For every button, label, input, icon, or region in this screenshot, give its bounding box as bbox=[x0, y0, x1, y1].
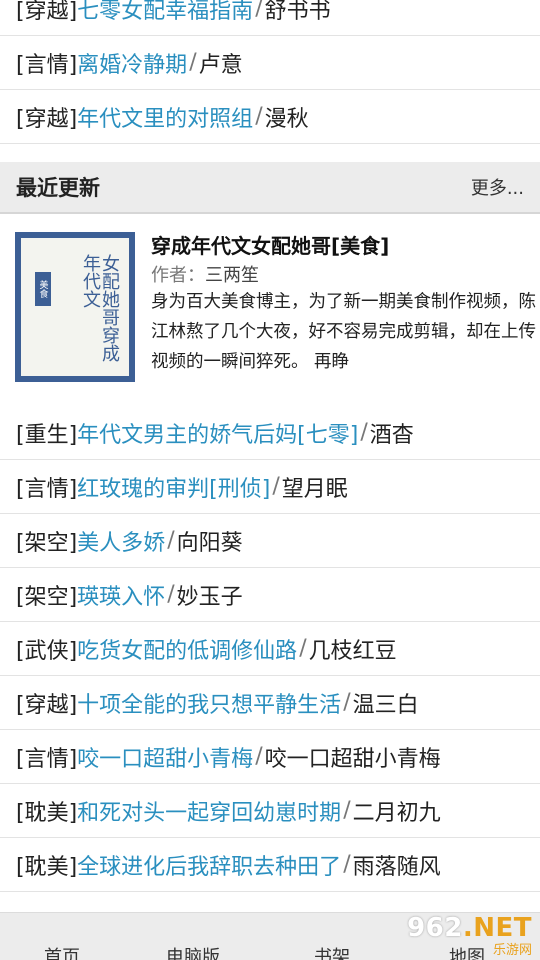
separator: / bbox=[167, 582, 175, 607]
book-title-link[interactable]: 离婚冷静期 bbox=[77, 47, 187, 79]
category-tag: [耽美] bbox=[16, 800, 78, 826]
book-title-link[interactable]: 年代文男主的娇气后妈[七零] bbox=[77, 417, 358, 449]
featured-author: 作者：三两笙 bbox=[151, 261, 259, 287]
list-item[interactable]: [耽美] 和死对头一起穿回幼崽时期 / 二月初九 bbox=[0, 784, 540, 838]
list-item[interactable]: [言情] 红玫瑰的审判[刑侦] / 望月眠 bbox=[0, 460, 540, 514]
category-tag: [架空] bbox=[16, 584, 78, 610]
category-tag: [武侠] bbox=[16, 638, 78, 664]
author-label: 作者： bbox=[151, 265, 205, 286]
book-cover[interactable]: 美食 女配她哥穿成年代文 bbox=[15, 232, 135, 382]
watermark-sub: 乐游网 bbox=[492, 942, 532, 958]
category-tag: [言情] bbox=[16, 746, 78, 772]
recent-updates-header: 最近更新 更多... bbox=[0, 162, 540, 214]
category-tag: [架空] bbox=[16, 530, 78, 556]
list-item[interactable]: [耽美] 全球进化后我辞职去种田了 / 雨落随风 bbox=[0, 838, 540, 892]
book-title-link[interactable]: 七零女配幸福指南 bbox=[77, 0, 253, 25]
nav-desktop-version[interactable]: 电脑版 bbox=[166, 943, 220, 960]
separator: / bbox=[189, 50, 197, 75]
author-name: 雨落随风 bbox=[352, 854, 441, 880]
separator: / bbox=[343, 852, 351, 877]
cover-badge: 美食 bbox=[35, 272, 51, 306]
separator: / bbox=[167, 528, 175, 553]
author-name: 妙玉子 bbox=[176, 584, 243, 610]
author-name: 卢意 bbox=[198, 52, 243, 78]
separator: / bbox=[299, 636, 307, 661]
top-book-list: [穿越] 七零女配幸福指南 / 舒书书 [言情] 离婚冷静期 / 卢意 [穿越]… bbox=[0, 0, 540, 144]
more-link[interactable]: 更多... bbox=[471, 174, 524, 200]
separator: / bbox=[255, 744, 263, 769]
separator: / bbox=[343, 690, 351, 715]
cover-image: 美食 女配她哥穿成年代文 bbox=[21, 238, 129, 376]
category-tag: [耽美] bbox=[16, 854, 78, 880]
book-title-link[interactable]: 十项全能的我只想平静生活 bbox=[77, 687, 341, 719]
list-item[interactable]: [重生] 年代文男主的娇气后妈[七零] / 酒杳 bbox=[0, 406, 540, 460]
book-title-link[interactable]: 全球进化后我辞职去种田了 bbox=[77, 849, 341, 881]
separator: / bbox=[255, 104, 263, 129]
book-title-link[interactable]: 和死对头一起穿回幼崽时期 bbox=[77, 795, 341, 827]
book-title-link[interactable]: 红玫瑰的审判[刑侦] bbox=[77, 471, 270, 503]
author-name: 向阳葵 bbox=[176, 530, 243, 556]
separator: / bbox=[272, 474, 280, 499]
list-item[interactable]: [言情] 离婚冷静期 / 卢意 bbox=[0, 36, 540, 90]
nav-home[interactable]: 首页 bbox=[44, 943, 80, 960]
author-name: 漫秋 bbox=[264, 106, 309, 132]
list-item[interactable]: [架空] 瑛瑛入怀 / 妙玉子 bbox=[0, 568, 540, 622]
list-item[interactable]: [穿越] 七零女配幸福指南 / 舒书书 bbox=[0, 0, 540, 36]
author-name: 三两笙 bbox=[205, 265, 259, 286]
book-title-link[interactable]: 咬一口超甜小青梅 bbox=[77, 741, 253, 773]
book-title-link[interactable]: 美人多娇 bbox=[77, 525, 165, 557]
update-book-list: [重生] 年代文男主的娇气后妈[七零] / 酒杳 [言情] 红玫瑰的审判[刑侦]… bbox=[0, 406, 540, 892]
list-item[interactable]: [穿越] 年代文里的对照组 / 漫秋 bbox=[0, 90, 540, 144]
separator: / bbox=[360, 420, 368, 445]
author-name: 舒书书 bbox=[264, 0, 331, 24]
category-tag: [穿越] bbox=[16, 106, 78, 132]
book-title-link[interactable]: 年代文里的对照组 bbox=[77, 101, 253, 133]
list-item[interactable]: [言情] 咬一口超甜小青梅 / 咬一口超甜小青梅 bbox=[0, 730, 540, 784]
featured-book[interactable]: 美食 女配她哥穿成年代文 穿成年代文女配她哥[美食] 作者：三两笙 身为百大美食… bbox=[0, 220, 540, 392]
nav-bookshelf[interactable]: 书架 bbox=[314, 943, 350, 960]
author-name: 温三白 bbox=[352, 692, 419, 718]
category-tag: [言情] bbox=[16, 476, 78, 502]
author-name: 二月初九 bbox=[352, 800, 441, 826]
watermark-part-a: 9 bbox=[407, 912, 426, 943]
author-name: 望月眠 bbox=[281, 476, 348, 502]
list-item[interactable]: [穿越] 十项全能的我只想平静生活 / 温三白 bbox=[0, 676, 540, 730]
cover-title: 女配她哥穿成年代文 bbox=[80, 254, 120, 362]
site-watermark-logo: 962.NET 乐游网 bbox=[400, 912, 532, 958]
book-title-link[interactable]: 瑛瑛入怀 bbox=[77, 579, 165, 611]
category-tag: [穿越] bbox=[16, 0, 78, 24]
category-tag: [穿越] bbox=[16, 692, 78, 718]
category-tag: [言情] bbox=[16, 52, 78, 78]
separator: / bbox=[255, 0, 263, 21]
separator: / bbox=[343, 798, 351, 823]
author-name: 咬一口超甜小青梅 bbox=[264, 746, 441, 772]
section-title: 最近更新 bbox=[16, 176, 100, 200]
author-name: 酒杳 bbox=[369, 422, 414, 448]
featured-title[interactable]: 穿成年代文女配她哥[美食] bbox=[151, 230, 389, 259]
featured-description: 身为百大美食博主，为了新一期美食制作视频，陈江林熬了几个大夜，好不容易完成剪辑，… bbox=[151, 292, 536, 372]
list-item[interactable]: [武侠] 吃货女配的低调修仙路 / 几枝红豆 bbox=[0, 622, 540, 676]
author-name: 几枝红豆 bbox=[308, 638, 397, 664]
book-title-link[interactable]: 吃货女配的低调修仙路 bbox=[77, 633, 297, 665]
category-tag: [重生] bbox=[16, 422, 78, 448]
watermark-part-b: 62 bbox=[425, 912, 463, 943]
list-item[interactable]: [架空] 美人多娇 / 向阳葵 bbox=[0, 514, 540, 568]
